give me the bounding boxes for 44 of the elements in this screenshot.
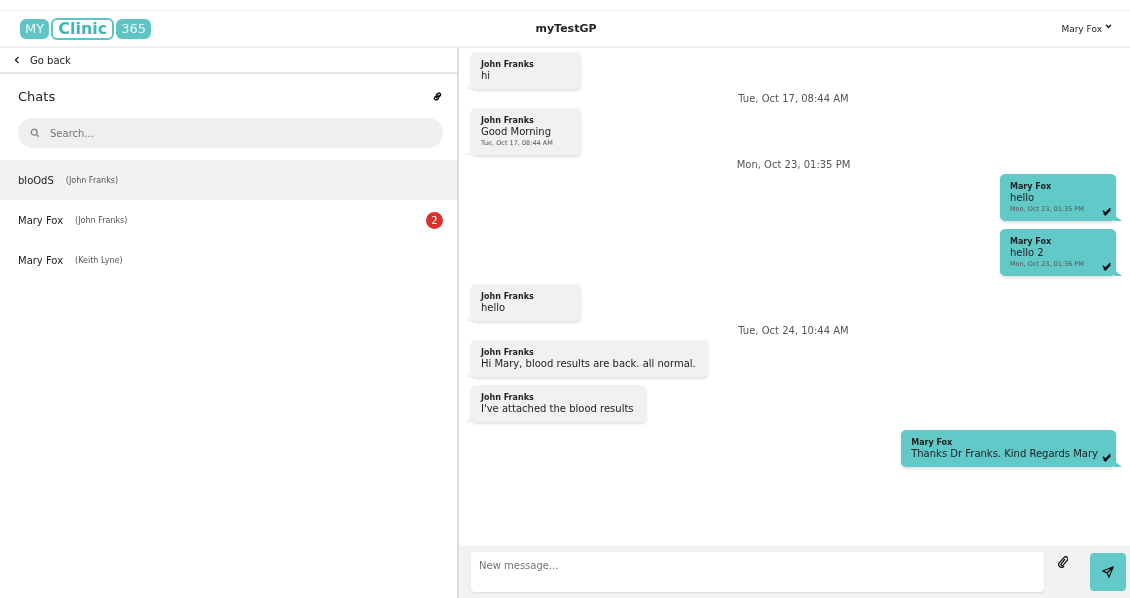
chats-title: Chats [18,88,56,104]
logo-text: MY [20,18,50,39]
date-separator: Mon, Oct 23, 01:35 PM [735,159,852,170]
paper-plane-icon [1101,565,1115,579]
message-text: hello 2 [1010,247,1045,258]
message-sender: John Franks [481,348,535,357]
chat-item[interactable]: bloOdS (John Franks) [0,160,457,200]
message-sender: John Franks [481,393,535,402]
message-sender: Mary Fox [1010,182,1053,191]
send-button[interactable] [1090,553,1126,591]
chat-participant: (John Franks) [75,215,128,225]
search-field[interactable]: Search... [18,118,443,148]
chat-item[interactable]: Mary Fox (John Franks) 2 [0,200,457,240]
date-separator: Tue, Oct 17, 08:44 AM [737,93,850,104]
message-field[interactable]: New message... [471,552,1044,592]
chat-name: Mary Fox [18,214,64,226]
message-text: Thanks Dr Franks. Kind Regards Mary [911,448,1098,459]
chat-name: bloOdS [18,174,54,186]
logo-text: 365 [116,18,152,39]
date-separator: Tue, Oct 24, 10:44 AM [737,325,850,336]
caret-icon [1105,23,1112,29]
chat-item[interactable]: Mary Fox (Keith Lyne) [0,240,457,280]
chat-participant: (John Franks) [65,175,119,185]
message-sender: John Franks [481,292,535,301]
message-text: Hi Mary, blood results are back. all normal. [481,358,696,369]
message-text: hello [481,302,507,313]
paperclip-icon[interactable] [1058,556,1068,568]
back-link[interactable]: Go back [0,48,457,74]
chevron-left-icon [14,56,20,64]
logo-text: Clinic [51,17,115,40]
unread-badge: 2 [426,211,443,229]
chat-participant: (Keith Lyne) [75,255,123,265]
link-icon[interactable] [432,90,443,102]
message-text: I've attached the blood results [481,403,634,414]
message-sender: John Franks [481,116,535,125]
message-text: hi [481,70,492,81]
message-text: Good Morning [481,126,552,137]
user-menu[interactable]: Mary Fox [812,23,1112,34]
message-sender: Mary Fox [911,438,954,447]
chat-name: Mary Fox [18,254,64,266]
message-text: hello [1010,192,1036,203]
message-sender: Mary Fox [1010,237,1053,246]
practice-name: myTestGP [535,22,597,35]
message-sender: John Franks [481,60,535,69]
